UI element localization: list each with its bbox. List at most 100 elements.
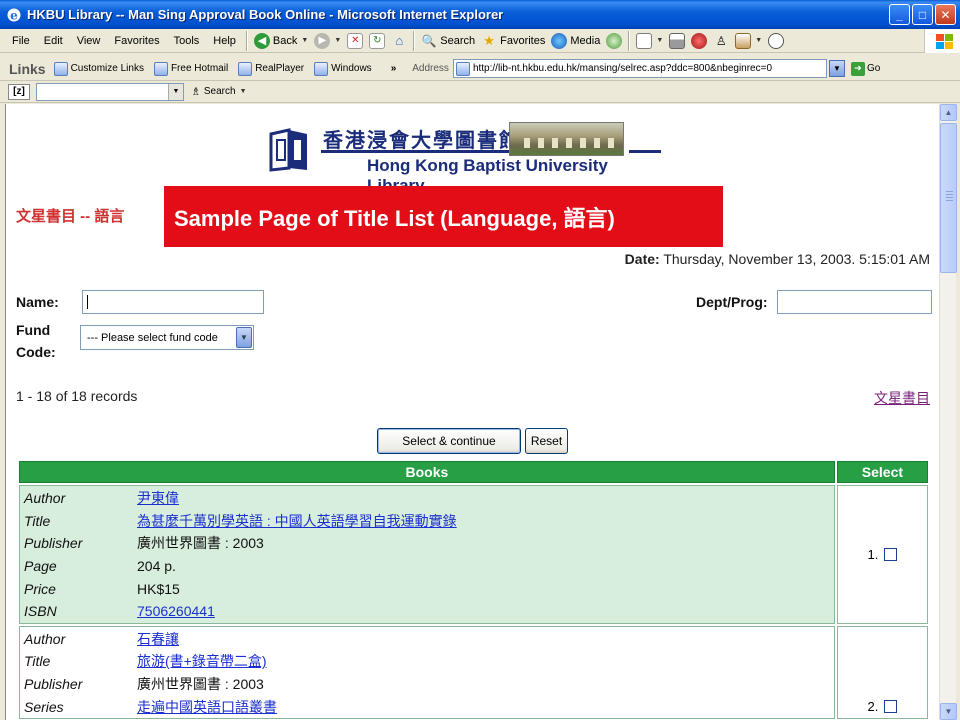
metadata-row: Author 石春讓 (24, 628, 277, 651)
window-title: HKBU Library -- Man Sing Approval Book O… (27, 7, 504, 22)
metadata-link[interactable]: 走遍中國英語口語叢書 (137, 695, 277, 718)
scroll-up-button[interactable]: ▲ (940, 104, 957, 121)
metadata-key: Title (24, 512, 51, 529)
metadata-row: Publisher 廣州世界圖書 : 2003 (24, 673, 277, 696)
book-record-row: Author 尹東偉 Title 為甚麼千萬別學英語 : 中國人英語學習自我運動實錄 P… (19, 485, 928, 624)
separator (628, 30, 631, 51)
back-button[interactable]: ◀ Back ▼ (251, 30, 311, 52)
mail-button[interactable]: ▼ (633, 30, 666, 52)
separator (413, 30, 416, 51)
link-item[interactable]: Free Hotmail (149, 61, 233, 76)
maximize-button[interactable]: □ (912, 4, 933, 25)
links-address-bar: Links Customize Links Free Hotmail RealPla… (0, 57, 960, 81)
scroll-thumb[interactable] (940, 123, 957, 273)
print-button[interactable] (666, 30, 688, 52)
book-details-cell: Author 石春讓 Title 旅游(書+錄音帶二盒) Publisher 廣州世界圖書… (19, 625, 835, 719)
books-column-header: Books (19, 461, 835, 483)
select-checkbox[interactable] (884, 699, 898, 713)
link-item[interactable]: RealPlayer (233, 61, 309, 76)
favorites-label: Favorites (500, 34, 546, 47)
home-icon: ⌂ (395, 33, 404, 48)
menu-item-file[interactable]: File (0, 35, 37, 47)
media-label: Media (570, 34, 601, 47)
toolbar-search-label: Search (203, 86, 236, 97)
vertical-scrollbar[interactable]: ▲ ▼ (939, 104, 957, 720)
menu-item-tools[interactable]: Tools (167, 35, 207, 47)
menu-item-help[interactable]: Help (206, 35, 243, 47)
fund-code-selected: --- Please select fund code (87, 331, 218, 344)
date-value: Thursday, November 13, 2003. 5:15:01 AM (663, 251, 930, 267)
record-number: 1. (867, 546, 879, 562)
metadata-row: Page 204 p. (24, 555, 457, 578)
links-chevron-icon[interactable]: » (377, 63, 403, 74)
z-logo-icon: [z] (8, 83, 30, 100)
chevron-down-icon[interactable]: ▼ (168, 83, 183, 100)
menu-item-edit[interactable]: Edit (37, 35, 70, 47)
menu-item-view[interactable]: View (70, 35, 108, 47)
menu-item-favorites[interactable]: Favorites (107, 35, 166, 47)
messenger-button[interactable]: ♙ (710, 30, 732, 52)
metadata-link[interactable]: 石春讓 (137, 628, 277, 651)
refresh-button[interactable]: ↻ (366, 30, 388, 52)
windows-logo-icon (924, 29, 960, 53)
discuss-button[interactable] (765, 30, 787, 52)
favorites-button[interactable]: ★ Favorites (478, 30, 548, 52)
date-label: Date: (624, 251, 660, 267)
search-button[interactable]: 🔍 Search (418, 30, 478, 52)
go-button[interactable]: ➜ Go (845, 61, 880, 76)
select-wrapper: 1. (838, 547, 927, 562)
metadata-link[interactable]: 為甚麼千萬別學英語 : 中國人英語學習自我運動實錄 (137, 510, 457, 533)
library-building-photo (509, 122, 624, 156)
metadata-link[interactable]: 7506260441 (137, 600, 457, 623)
metadata-link[interactable]: 尹東偉 (137, 487, 457, 510)
address-field[interactable]: http://lib-nt.hkbu.edu.hk/mansing/selrec… (452, 59, 827, 78)
chevron-down-icon[interactable]: ▼ (236, 327, 252, 348)
toolbar-search-button[interactable]: ♗ Search ▼ (188, 81, 250, 103)
history-button[interactable] (603, 30, 625, 52)
link-label: RealPlayer (255, 63, 305, 74)
select-continue-button[interactable]: Select & continue (377, 428, 521, 454)
metadata-key: Series (24, 698, 64, 715)
select-checkbox[interactable] (884, 547, 898, 561)
link-page-icon (153, 61, 168, 76)
metadata-row: Title 旅游(書+錄音帶二盒) (24, 650, 277, 673)
history-icon (606, 32, 623, 49)
close-button[interactable]: ✕ (935, 4, 956, 25)
dept-prog-input[interactable] (777, 290, 932, 314)
fund-code-select[interactable]: --- Please select fund code ▼ (80, 325, 254, 350)
forward-button[interactable]: ▶ ▼ (311, 30, 344, 52)
metadata-row: Series 走遍中國英語口語叢書 (24, 695, 277, 718)
link-page-icon (314, 61, 329, 76)
minimize-button[interactable]: _ (889, 4, 910, 25)
metadata-link[interactable]: 旅游(書+錄音帶二盒) (137, 650, 277, 673)
search-person-icon: ♗ (191, 86, 201, 98)
home-button[interactable]: ⌂ (388, 30, 410, 52)
book-metadata: Author 尹東偉 Title 為甚麼千萬別學英語 : 中國人英語學習自我運動實錄 P… (24, 487, 457, 623)
metadata-key: ISBN (24, 603, 57, 620)
media-button[interactable]: Media (548, 30, 603, 52)
edit-button[interactable] (688, 30, 710, 52)
edit-icon (691, 32, 708, 49)
research-button[interactable]: ▼ (732, 30, 765, 52)
reset-button[interactable]: Reset (525, 428, 568, 454)
sample-banner: Sample Page of Title List (Language, 語言) (164, 186, 723, 247)
metadata-value: 廣州世界圖書 : 2003 (137, 535, 264, 552)
menu-bar: File Edit View Favorites Tools Help (0, 35, 243, 47)
toolbar-search-combo[interactable]: ▼ (36, 82, 184, 101)
mail-icon (636, 32, 653, 49)
stop-icon: ✕ (347, 32, 364, 49)
logo-rule (629, 150, 661, 153)
address-url[interactable]: http://lib-nt.hkbu.edu.hk/mansing/selrec… (473, 63, 772, 74)
address-dropdown-button[interactable]: ▼ (828, 60, 845, 77)
name-input[interactable] (82, 290, 264, 314)
metadata-row: ISBN 7506260441 (24, 600, 457, 623)
catalogue-link[interactable]: 文星書目 (874, 388, 930, 408)
link-item[interactable]: Customize Links (49, 61, 149, 76)
search-toolbar: [z] ▼ ♗ Search ▼ (0, 81, 960, 103)
media-icon (551, 32, 568, 49)
link-item[interactable]: Windows (309, 61, 377, 76)
stop-button[interactable]: ✕ (344, 30, 366, 52)
scroll-down-button[interactable]: ▼ (940, 703, 957, 720)
metadata-row: Publisher 廣州世界圖書 : 2003 (24, 532, 457, 555)
window-title-bar: e HKBU Library -- Man Sing Approval Book… (0, 0, 960, 29)
